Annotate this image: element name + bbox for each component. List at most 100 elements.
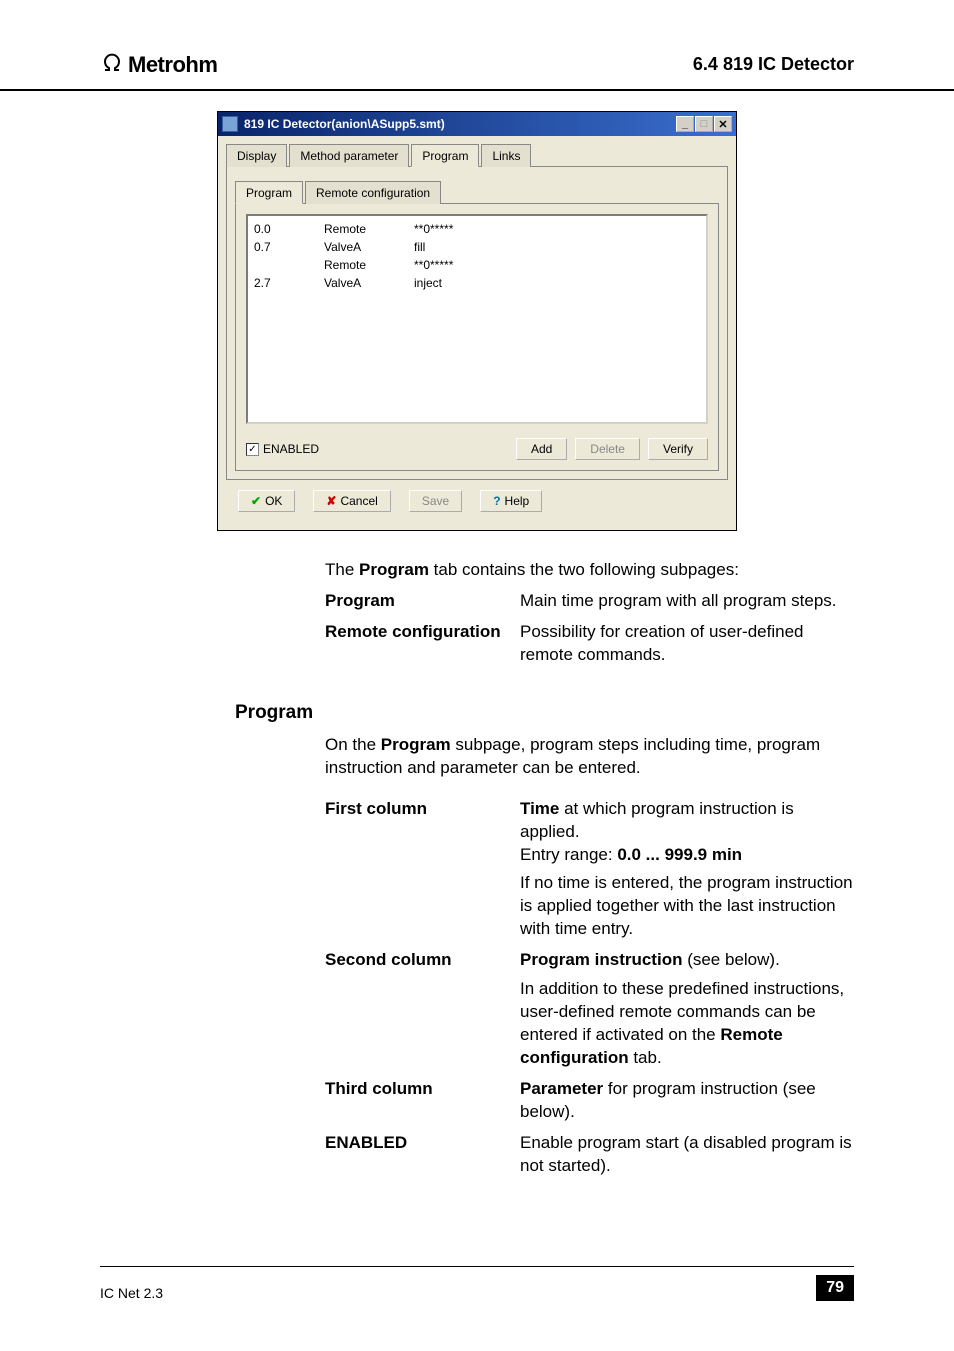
tab-program[interactable]: Program <box>411 144 479 167</box>
intro-text-2: tab contains the two following subpages: <box>429 560 739 579</box>
t: Program instruction <box>520 950 682 969</box>
window-app-icon <box>222 116 238 132</box>
dialog-footer-buttons: ✔ OK ✘ Cancel Save ? Help <box>226 480 728 522</box>
prog-instruction: Remote <box>324 220 384 238</box>
program-row[interactable]: 2.7 ValveA inject <box>254 274 700 292</box>
intro-bold: Program <box>359 560 429 579</box>
def-term: Program <box>325 590 520 613</box>
program-row[interactable]: 0.7 ValveA fill <box>254 238 700 256</box>
prog-param: fill <box>414 238 494 256</box>
definition-row: Remote configuration Possibility for cre… <box>325 621 854 667</box>
inner-tabstrip: Program Remote configuration <box>235 181 719 204</box>
program-intro: On the Program subpage, program steps in… <box>325 734 854 780</box>
program-heading: Program <box>235 702 954 724</box>
checkbox-icon: ✓ <box>246 443 259 456</box>
titlebar: 819 IC Detector(anion\ASupp5.smt) _ □ ✕ <box>218 112 736 136</box>
outer-tab-content: Program Remote configuration 0.0 Remote … <box>226 167 728 480</box>
definition-row: First column Time at which program instr… <box>325 798 854 942</box>
prog-time: 0.0 <box>254 220 294 238</box>
brand-omega-icon <box>100 50 124 79</box>
help-label: Help <box>505 494 530 508</box>
add-button[interactable]: Add <box>516 438 567 460</box>
program-row[interactable]: 0.0 Remote **0***** <box>254 220 700 238</box>
program-row[interactable]: Remote **0***** <box>254 256 700 274</box>
def-term: First column <box>325 798 520 942</box>
brand-logo: Metrohm <box>100 50 217 79</box>
intro-text: The <box>325 560 359 579</box>
save-button: Save <box>409 490 462 512</box>
def-value: Program instruction (see below). In addi… <box>520 949 854 1070</box>
page-footer: IC Net 2.3 79 <box>100 1266 854 1301</box>
x-icon: ✘ <box>326 494 336 508</box>
t: Entry range: <box>520 845 617 864</box>
t: Time <box>520 799 559 818</box>
close-icon[interactable]: ✕ <box>714 116 732 132</box>
tab-links[interactable]: Links <box>481 144 531 167</box>
footer-doc-title: IC Net 2.3 <box>100 1285 163 1301</box>
window-controls: _ □ ✕ <box>676 116 732 132</box>
ok-label: OK <box>265 494 282 508</box>
enabled-checkbox[interactable]: ✓ ENABLED <box>246 442 319 456</box>
question-icon: ? <box>493 494 500 508</box>
maximize-icon: □ <box>695 116 713 132</box>
section-reference: 6.4 819 IC Detector <box>693 54 854 75</box>
dialog-body: Display Method parameter Program Links P… <box>218 136 736 530</box>
program-controls-row: ✓ ENABLED Add Delete Verify <box>246 438 708 460</box>
prog-param: **0***** <box>414 256 494 274</box>
def-term: Third column <box>325 1078 520 1124</box>
intro-paragraph: The Program tab contains the two followi… <box>325 559 854 582</box>
page-number: 79 <box>816 1275 854 1301</box>
program-step-list[interactable]: 0.0 Remote **0***** 0.7 ValveA fill Remo… <box>246 214 708 424</box>
minimize-icon[interactable]: _ <box>676 116 694 132</box>
def-value: Time at which program instruction is app… <box>520 798 854 942</box>
tab-display[interactable]: Display <box>226 144 287 167</box>
prog-param: **0***** <box>414 220 494 238</box>
prog-instruction: ValveA <box>324 274 384 292</box>
prog-param: inject <box>414 274 494 292</box>
page-header: Metrohm 6.4 819 IC Detector <box>0 0 954 91</box>
p1: On the <box>325 735 381 754</box>
t: tab. <box>629 1048 662 1067</box>
enabled-label: ENABLED <box>263 442 319 456</box>
save-label: Save <box>422 494 449 508</box>
p1b: Program <box>381 735 451 754</box>
prog-time: 2.7 <box>254 274 294 292</box>
check-icon: ✔ <box>251 494 261 508</box>
delete-button: Delete <box>575 438 640 460</box>
def-term: Second column <box>325 949 520 1070</box>
def-value: Possibility for creation of user-defined… <box>520 621 854 667</box>
prog-instruction: Remote <box>324 256 384 274</box>
cancel-button[interactable]: ✘ Cancel <box>313 490 390 512</box>
definition-row: Second column Program instruction (see b… <box>325 949 854 1070</box>
help-button[interactable]: ? Help <box>480 490 542 512</box>
t: Parameter <box>520 1079 603 1098</box>
definition-row: ENABLED Enable program start (a disabled… <box>325 1132 854 1178</box>
definition-row: Third column Parameter for program instr… <box>325 1078 854 1124</box>
column-definitions: First column Time at which program instr… <box>325 798 854 1178</box>
brand-name: Metrohm <box>128 52 217 78</box>
intro-paragraph-block: The Program tab contains the two followi… <box>325 559 854 667</box>
def-term: ENABLED <box>325 1132 520 1178</box>
definition-row: Program Main time program with all progr… <box>325 590 854 613</box>
dialog-screenshot: 819 IC Detector(anion\ASupp5.smt) _ □ ✕ … <box>217 111 737 531</box>
window-title: 819 IC Detector(anion\ASupp5.smt) <box>244 117 676 131</box>
tab-method-parameter[interactable]: Method parameter <box>289 144 409 167</box>
verify-button[interactable]: Verify <box>648 438 708 460</box>
t: If no time is entered, the program instr… <box>520 872 854 941</box>
t: (see below). <box>682 950 779 969</box>
t: 0.0 ... 999.9 min <box>617 845 742 864</box>
subtab-program[interactable]: Program <box>235 181 303 204</box>
def-value: Parameter for program instruction (see b… <box>520 1078 854 1124</box>
outer-tabstrip: Display Method parameter Program Links <box>226 144 728 167</box>
t: at which program instruction is applied. <box>520 799 794 841</box>
inner-tab-content: 0.0 Remote **0***** 0.7 ValveA fill Remo… <box>235 204 719 471</box>
subtab-remote-configuration[interactable]: Remote configuration <box>305 181 441 204</box>
prog-instruction: ValveA <box>324 238 384 256</box>
prog-time <box>254 256 294 274</box>
ok-button[interactable]: ✔ OK <box>238 490 295 512</box>
prog-time: 0.7 <box>254 238 294 256</box>
t: In addition to these predefined instruct… <box>520 979 844 1044</box>
def-value: Enable program start (a disabled program… <box>520 1132 854 1178</box>
cancel-label: Cancel <box>340 494 377 508</box>
dialog-window: 819 IC Detector(anion\ASupp5.smt) _ □ ✕ … <box>217 111 737 531</box>
